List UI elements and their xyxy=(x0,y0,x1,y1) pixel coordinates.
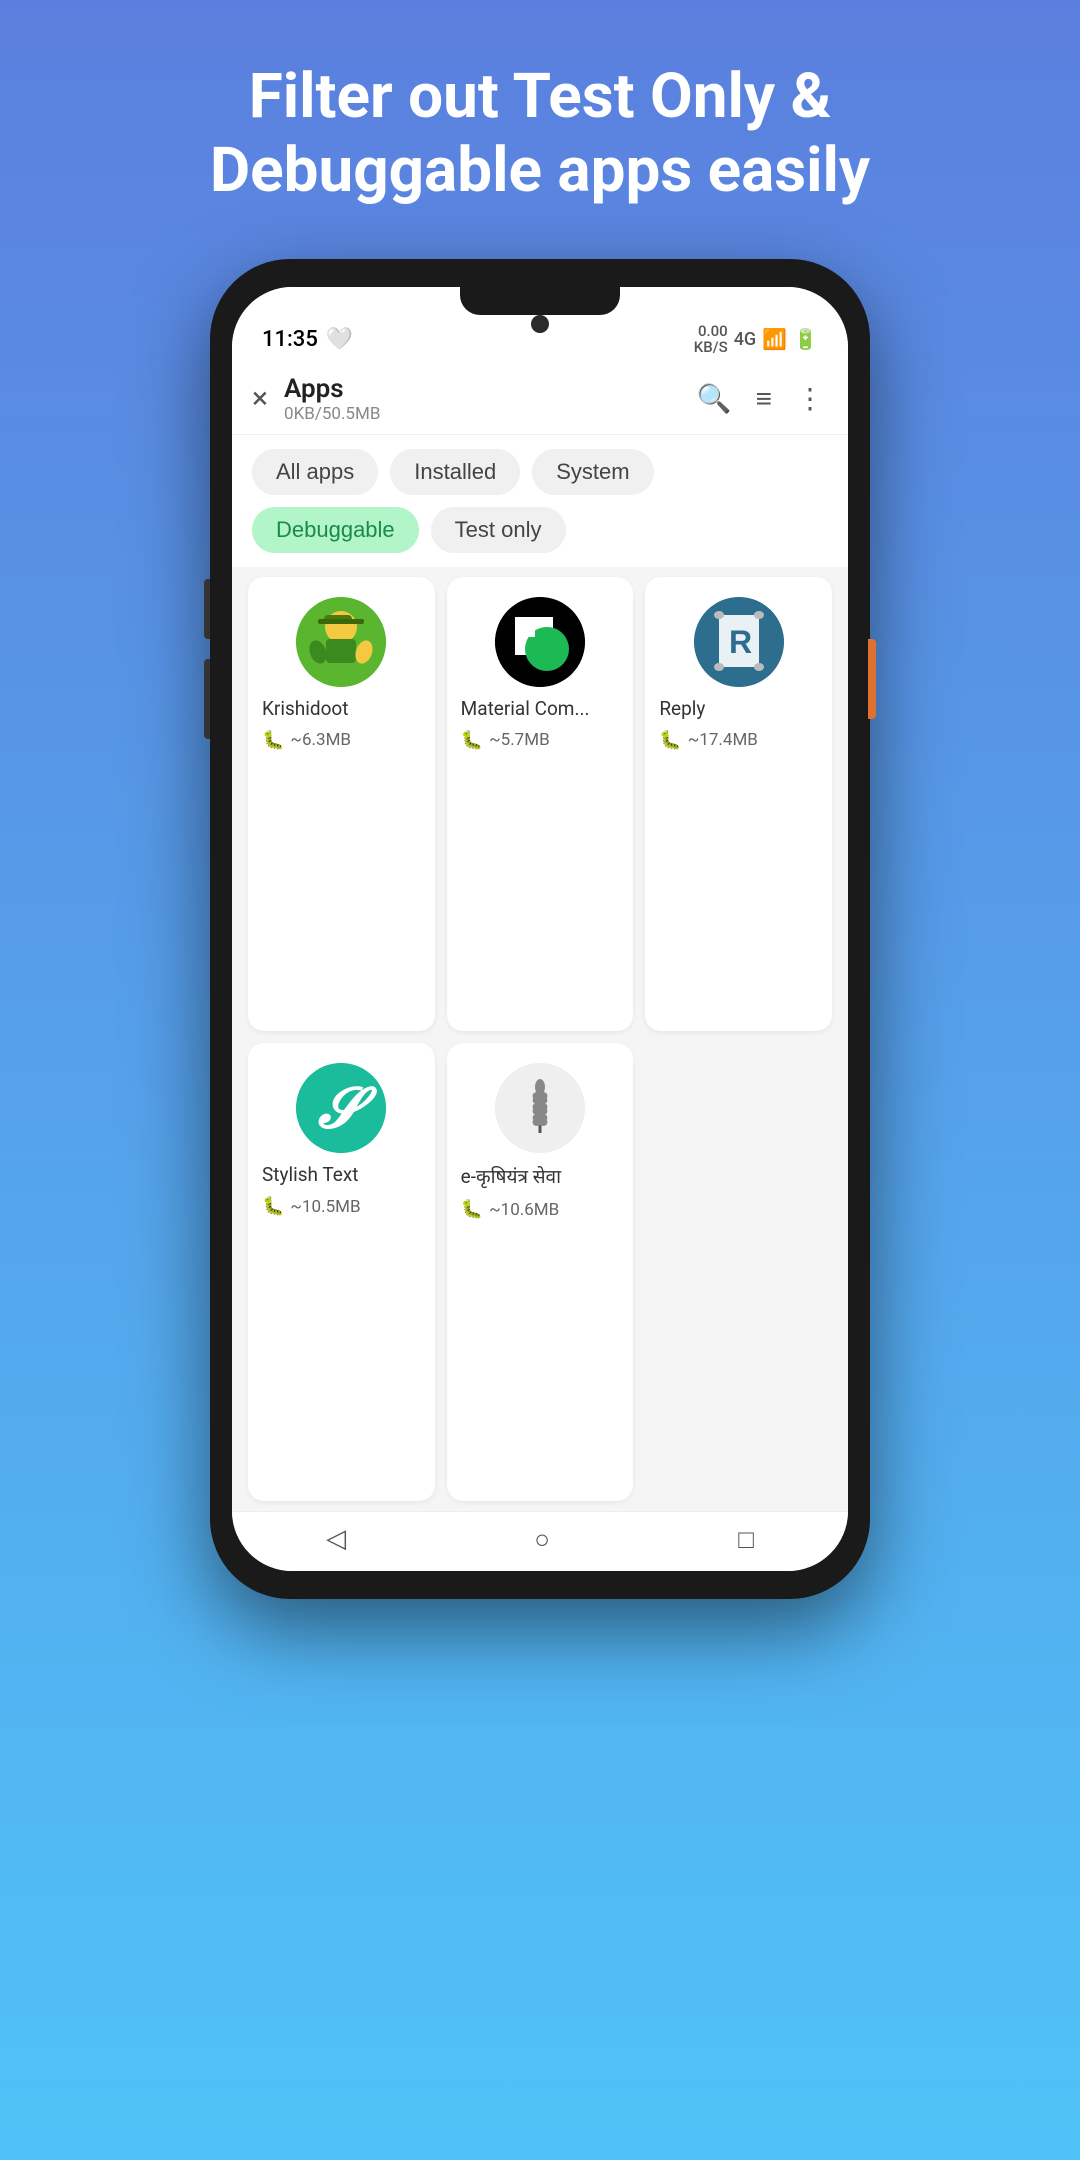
app-name-material: Material Com... xyxy=(461,697,620,720)
app-meta-krishidoot: 🐛 ~6.3MB xyxy=(262,730,351,751)
phone-screen: 11:35 🤍 0.00KB/S 4G 📶 🔋 × Apps 0KB/50.5M… xyxy=(232,287,848,1571)
phone-device: 11:35 🤍 0.00KB/S 4G 📶 🔋 × Apps 0KB/50.5M… xyxy=(210,259,870,1599)
vol-down-button xyxy=(204,659,210,739)
svg-text:R: R xyxy=(729,624,752,660)
filter-all[interactable]: All apps xyxy=(252,449,378,495)
nav-recent-icon[interactable]: □ xyxy=(738,1524,754,1555)
filter-icon[interactable]: ≡ xyxy=(752,378,776,419)
app-name-stylish: Stylish Text xyxy=(262,1163,421,1186)
signal-type: 4G xyxy=(734,329,757,350)
more-icon[interactable]: ⋮ xyxy=(792,378,828,419)
filter-system[interactable]: System xyxy=(532,449,653,495)
app-icon-material xyxy=(495,597,585,687)
debug-icon: 🐛 xyxy=(659,730,681,751)
toolbar-title-section: Apps 0KB/50.5MB xyxy=(284,374,677,424)
app-name-krishidoot: Krishidoot xyxy=(262,697,421,720)
nav-back-icon[interactable]: ◁ xyxy=(326,1524,346,1554)
app-meta-reply: 🐛 ~17.4MB xyxy=(659,730,758,751)
app-card-stylish[interactable]: 𝓢 Stylish Text 🐛 ~10.5MB xyxy=(248,1043,435,1501)
camera xyxy=(531,315,549,333)
toolbar: × Apps 0KB/50.5MB 🔍 ≡ ⋮ xyxy=(232,364,848,435)
app-icon-ekrishi xyxy=(495,1063,585,1153)
close-button[interactable]: × xyxy=(252,381,268,416)
app-name-reply: Reply xyxy=(659,697,818,720)
signal-bars-icon: 📶 xyxy=(762,327,787,351)
app-icon-stylish: 𝓢 xyxy=(296,1063,386,1153)
app-meta-material: 🐛 ~5.7MB xyxy=(461,730,550,751)
hero-line1: Filter out Test Only & xyxy=(249,60,832,133)
debug-icon: 🐛 xyxy=(262,730,284,751)
app-size-stylish: ~10.5MB xyxy=(290,1197,360,1217)
app-icon-reply: R xyxy=(694,597,784,687)
nav-home-icon[interactable]: ○ xyxy=(534,1524,550,1555)
time-display: 11:35 xyxy=(262,327,318,352)
app-card-krishidoot[interactable]: Krishidoot 🐛 ~6.3MB xyxy=(248,577,435,1032)
app-size-reply: ~17.4MB xyxy=(688,730,758,750)
app-icon-wrap xyxy=(461,597,620,687)
battery-icon: 🔋 xyxy=(793,327,818,351)
notch xyxy=(460,287,620,315)
power-button xyxy=(868,639,876,719)
nav-bar: ◁ ○ □ xyxy=(232,1511,848,1571)
hero-text: Filter out Test Only & Debuggable apps e… xyxy=(130,0,950,249)
app-size-ekrishi: ~10.6MB xyxy=(489,1200,559,1220)
heart-icon: 🤍 xyxy=(326,327,353,352)
network-speed: 0.00KB/S xyxy=(694,323,728,356)
app-size-krishidoot: ~6.3MB xyxy=(290,730,351,750)
app-icon-wrap: 𝓢 xyxy=(262,1063,421,1153)
app-icon-wrap xyxy=(262,597,421,687)
search-icon[interactable]: 🔍 xyxy=(693,378,736,419)
app-card-material[interactable]: Material Com... 🐛 ~5.7MB xyxy=(447,577,634,1032)
filter-debuggable[interactable]: Debuggable xyxy=(252,507,419,553)
status-bar-right: 0.00KB/S 4G 📶 🔋 xyxy=(694,323,818,356)
app-icon-wrap xyxy=(461,1063,620,1153)
toolbar-subtitle: 0KB/50.5MB xyxy=(284,404,677,424)
debug-icon: 🐛 xyxy=(461,730,483,751)
app-icon-wrap: R xyxy=(659,597,818,687)
app-name-ekrishi: e-कृषियंत्र सेवा xyxy=(461,1163,620,1189)
status-bar-left: 11:35 🤍 xyxy=(262,327,353,352)
filter-testonly[interactable]: Test only xyxy=(431,507,566,553)
vol-up-button xyxy=(204,579,210,639)
app-card-ekrishi[interactable]: e-कृषियंत्र सेवा 🐛 ~10.6MB xyxy=(447,1043,634,1501)
debug-icon: 🐛 xyxy=(262,1196,284,1217)
filter-installed[interactable]: Installed xyxy=(390,449,520,495)
app-meta-stylish: 🐛 ~10.5MB xyxy=(262,1196,361,1217)
toolbar-title: Apps xyxy=(284,374,677,404)
filter-tabs: All apps Installed System Debuggable Tes… xyxy=(232,435,848,567)
app-meta-ekrishi: 🐛 ~10.6MB xyxy=(461,1199,560,1220)
hero-line2: Debuggable apps easily xyxy=(210,134,870,207)
app-size-material: ~5.7MB xyxy=(489,730,550,750)
app-card-reply[interactable]: R Reply 🐛 ~17.4MB xyxy=(645,577,832,1032)
app-icon-krishidoot xyxy=(296,597,386,687)
apps-grid: Krishidoot 🐛 ~6.3MB xyxy=(232,567,848,1511)
debug-icon: 🐛 xyxy=(461,1199,483,1220)
